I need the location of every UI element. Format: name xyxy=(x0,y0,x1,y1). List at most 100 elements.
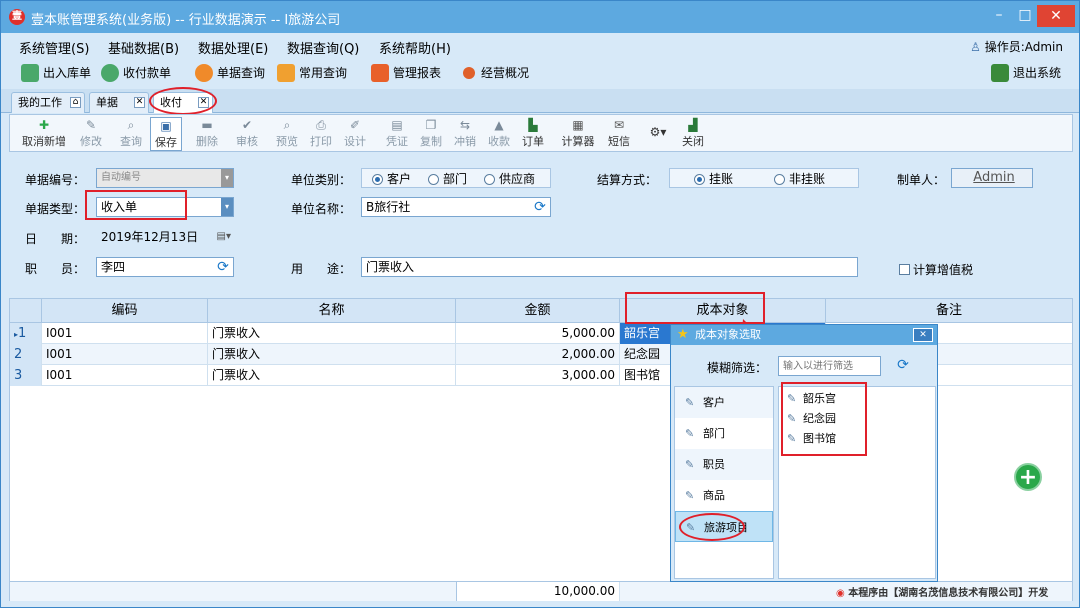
quick-overview[interactable]: 经营概况 xyxy=(463,63,529,83)
quick-stock-bill[interactable]: 出入库单 xyxy=(21,63,91,83)
settle-onaccount-radio[interactable]: 挂账 xyxy=(694,171,733,187)
close-icon[interactable]: ✕ xyxy=(913,328,933,342)
menu-bar: 系统管理(S) 基础数据(B) 数据处理(E) 数据查询(Q) 系统帮助(H) … xyxy=(1,34,1079,58)
cell-name[interactable]: 门票收入 xyxy=(208,323,456,344)
delete-button[interactable]: ▬ 删除 xyxy=(192,117,222,151)
reverse-button[interactable]: ⇆ 冲销 xyxy=(450,117,480,151)
doc-no-field: 自动编号 ▾ xyxy=(96,168,234,188)
payment-bill-icon xyxy=(101,64,119,82)
purpose-field[interactable]: 门票收入 xyxy=(361,257,858,277)
unit-type-customer-label: 客户 xyxy=(387,172,412,186)
unit-name-field[interactable]: B旅行社 ⟳ xyxy=(361,197,551,217)
tab-bill-query[interactable]: 单据查询✕ xyxy=(89,92,149,129)
filter-input[interactable] xyxy=(778,356,881,376)
cell-amount[interactable]: 2,000.00 xyxy=(456,344,620,365)
design-button[interactable]: ✐ 设计 xyxy=(340,117,370,151)
audit-button[interactable]: ✔ 审核 xyxy=(232,117,262,151)
sms-button[interactable]: ✉ 短信 xyxy=(604,117,634,151)
unit-type-dept-radio[interactable]: 部门 xyxy=(428,171,467,187)
settings-dropdown[interactable]: ⚙▾ xyxy=(646,117,670,151)
menu-system[interactable]: 系统管理(S) xyxy=(19,38,89,57)
category-label: 客户 xyxy=(703,396,725,409)
row-number-header xyxy=(10,299,42,323)
quick-reports-label: 管理报表 xyxy=(393,66,442,80)
order-icon: ▙ xyxy=(528,118,538,132)
unit-type-radio-group: 客户 部门 供应商 xyxy=(361,168,551,188)
cancel-new-button[interactable]: ✚ 取消新增 xyxy=(16,117,72,151)
menu-help[interactable]: 系统帮助(H) xyxy=(379,38,451,57)
preview-button[interactable]: ⌕ 预览 xyxy=(272,117,302,151)
category-customer[interactable]: ✎ 客户 xyxy=(675,387,773,418)
refresh-icon[interactable]: ⟳ xyxy=(215,259,231,275)
cell-code[interactable]: I001 xyxy=(42,365,208,386)
column-header-code[interactable]: 编码 xyxy=(42,299,208,323)
staff-label: 职 员： xyxy=(25,262,86,276)
date-field[interactable]: 2019年12月13日 ▤▾ xyxy=(96,227,234,247)
order-button[interactable]: ▙ 订单 xyxy=(518,117,548,151)
quick-common-query[interactable]: 常用查询 xyxy=(277,63,347,83)
menu-data-processing[interactable]: 数据处理(E) xyxy=(198,38,268,57)
quick-reports[interactable]: 管理报表 xyxy=(371,63,441,83)
refresh-icon[interactable]: ⟳ xyxy=(895,357,911,373)
quick-payment-bill[interactable]: 收付款单 xyxy=(101,63,171,83)
doc-no-value: 自动编号 xyxy=(101,172,141,183)
calendar-icon[interactable]: ▤▾ xyxy=(217,228,231,246)
cell-amount[interactable]: 3,000.00 xyxy=(456,365,620,386)
category-goods[interactable]: ✎ 商品 xyxy=(675,480,773,511)
bill-toolbar: ✚ 取消新增 ✎ 修改 ⌕ 查询 ▣ 保存 ▬ 删除 ✔ 审核 ⌕ 预览 ⎙ 打印 ✐ 设计 ▤ 凭… xyxy=(9,114,1073,152)
close-door-icon: ▟ xyxy=(688,118,698,132)
save-button[interactable]: ▣ 保存 xyxy=(150,117,182,151)
voucher-button[interactable]: ▤ 凭证 xyxy=(382,117,412,151)
vat-label: 计算增值税 xyxy=(913,263,974,277)
category-department[interactable]: ✎ 部门 xyxy=(675,418,773,449)
edit-button[interactable]: ✎ 修改 xyxy=(76,117,106,151)
maximize-button[interactable]: □ xyxy=(1015,1,1035,29)
brand-footer: ◉ 本程序由【湖南名茂信息技术有限公司】开发 xyxy=(836,584,1048,599)
settle-nonaccount-radio[interactable]: 非挂账 xyxy=(774,171,825,187)
quick-bill-query[interactable]: 单据查询 xyxy=(195,63,265,83)
tab-workbench[interactable]: 我的工作台⌂ xyxy=(11,92,85,129)
column-header-name[interactable]: 名称 xyxy=(208,299,456,323)
star-icon: ★ xyxy=(677,327,689,342)
exit-system-button[interactable]: 退出系统 xyxy=(991,63,1061,83)
close-tab-icon[interactable]: ✕ xyxy=(134,97,145,108)
minimize-button[interactable]: – xyxy=(989,1,1009,29)
edit-label: 修改 xyxy=(80,135,102,148)
highlight-box-doc-type xyxy=(85,190,187,220)
refresh-icon[interactable]: ⟳ xyxy=(532,199,548,215)
print-button[interactable]: ⎙ 打印 xyxy=(306,117,336,151)
voucher-label: 凭证 xyxy=(386,135,408,148)
row-number: 2 xyxy=(10,344,42,365)
cell-name[interactable]: 门票收入 xyxy=(208,344,456,365)
receive-button[interactable]: ▲ 收款 xyxy=(484,117,514,151)
design-icon: ✐ xyxy=(349,118,361,132)
menu-base-data[interactable]: 基础数据(B) xyxy=(108,38,179,57)
chevron-down-icon[interactable]: ▾ xyxy=(221,198,233,216)
unit-type-supplier-radio[interactable]: 供应商 xyxy=(484,171,535,187)
column-header-note[interactable]: 备注 xyxy=(826,299,1072,323)
close-button[interactable]: ▟ 关闭 xyxy=(678,117,708,151)
cell-name[interactable]: 门票收入 xyxy=(208,365,456,386)
vat-checkbox[interactable] xyxy=(899,264,910,275)
staff-field[interactable]: 李四 ⟳ xyxy=(96,257,234,277)
cell-code[interactable]: I001 xyxy=(42,323,208,344)
unit-type-customer-radio[interactable]: 客户 xyxy=(372,171,411,187)
cell-amount[interactable]: 5,000.00 xyxy=(456,323,620,344)
radio-icon xyxy=(428,174,439,185)
query-button[interactable]: ⌕ 查询 xyxy=(116,117,146,151)
calculator-button[interactable]: ▦ 计算器 xyxy=(558,117,598,151)
category-staff[interactable]: ✎ 职员 xyxy=(675,449,773,480)
cell-code[interactable]: I001 xyxy=(42,344,208,365)
close-window-button[interactable]: ✕ xyxy=(1037,5,1075,27)
home-icon: ⌂ xyxy=(70,97,81,108)
calculator-label: 计算器 xyxy=(561,135,595,148)
search-icon: ⌕ xyxy=(127,118,135,132)
unit-name-value: B旅行社 xyxy=(366,200,411,214)
category-label: 商品 xyxy=(703,489,725,502)
tag-icon: ✎ xyxy=(685,489,695,502)
doc-type-label: 单据类型： xyxy=(25,202,86,216)
menu-data-query[interactable]: 数据查询(Q) xyxy=(287,38,359,57)
copy-button[interactable]: ❐ 复制 xyxy=(416,117,446,151)
column-header-amount[interactable]: 金额 xyxy=(456,299,620,323)
add-row-button[interactable]: + xyxy=(1014,463,1042,491)
